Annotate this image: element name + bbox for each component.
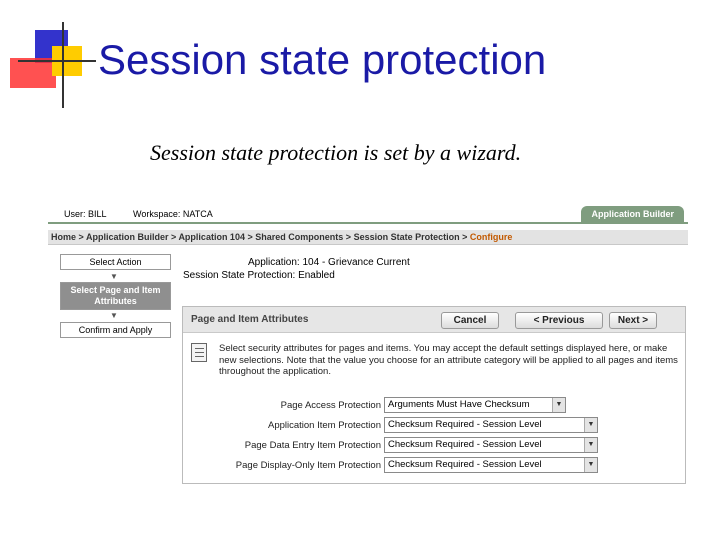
field-label: Page Access Protection: [280, 400, 381, 411]
user-workspace-info: User: BILL Workspace: NATCA: [64, 209, 237, 219]
page-display-only-item-protection-select[interactable]: Checksum Required - Session Level ▼: [384, 457, 598, 473]
field-label: Page Data Entry Item Protection: [244, 440, 381, 451]
chevron-down-icon[interactable]: ▼: [584, 458, 597, 472]
wizard-step-confirm-apply: Confirm and Apply: [60, 322, 171, 338]
field-label: Page Display-Only Item Protection: [235, 460, 381, 471]
slide-title: Session state protection: [98, 36, 547, 83]
app-screenshot: User: BILL Workspace: NATCA Application …: [48, 200, 688, 490]
wizard-step-select-attributes: Select Page and Item Attributes: [60, 282, 171, 310]
breadcrumb-home[interactable]: Home: [51, 232, 76, 242]
breadcrumb-session-state-protection[interactable]: Session State Protection: [354, 232, 460, 242]
select-value: Checksum Required - Session Level: [388, 419, 542, 430]
decor-red-square: [10, 58, 56, 88]
workspace-label: Workspace: NATCA: [133, 209, 213, 219]
field-page-access-protection: Page Access Protection Arguments Must Ha…: [183, 397, 685, 414]
step-arrow-down-icon: ▼: [110, 311, 118, 320]
select-value: Arguments Must Have Checksum: [388, 399, 530, 410]
user-label: User: BILL: [64, 209, 107, 219]
select-value: Checksum Required - Session Level: [388, 459, 542, 470]
region-header: Page and Item Attributes Cancel < Previo…: [183, 307, 685, 333]
next-button[interactable]: Next >: [609, 312, 657, 329]
page-access-protection-select[interactable]: Arguments Must Have Checksum ▼: [384, 397, 566, 413]
slide-subtitle: Session state protection is set by a wiz…: [150, 140, 522, 165]
field-label: Application Item Protection: [267, 420, 381, 431]
breadcrumb-separator: >: [462, 232, 468, 242]
region-description: Select security attributes for pages and…: [219, 343, 678, 377]
step-arrow-down-icon: ▼: [110, 272, 118, 281]
field-page-display-only-item-protection: Page Display-Only Item Protection Checks…: [183, 457, 685, 474]
application-info: Application: 104 - Grievance Current Ses…: [183, 256, 410, 282]
chevron-down-icon[interactable]: ▼: [552, 398, 565, 412]
field-application-item-protection: Application Item Protection Checksum Req…: [183, 417, 685, 434]
chevron-down-icon[interactable]: ▼: [584, 438, 597, 452]
breadcrumb-configure: Configure: [469, 232, 513, 242]
application-item-protection-select[interactable]: Checksum Required - Session Level ▼: [384, 417, 598, 433]
document-icon: [191, 343, 207, 362]
breadcrumb-application[interactable]: Application 104: [178, 232, 245, 242]
breadcrumb-separator: >: [78, 232, 84, 242]
region-title: Page and Item Attributes: [191, 314, 309, 325]
select-value: Checksum Required - Session Level: [388, 439, 542, 450]
protection-status: Session State Protection: Enabled: [183, 270, 335, 281]
breadcrumb-application-builder[interactable]: Application Builder: [86, 232, 169, 242]
breadcrumb-shared-components[interactable]: Shared Components: [255, 232, 343, 242]
application-name: Application: 104 - Grievance Current: [248, 257, 410, 268]
tab-application-builder[interactable]: Application Builder: [581, 206, 684, 222]
page-item-attributes-region: Page and Item Attributes Cancel < Previo…: [182, 306, 686, 484]
decor-horizontal-line: [18, 60, 96, 62]
chevron-down-icon[interactable]: ▼: [584, 418, 597, 432]
tab-underline: [48, 222, 688, 224]
wizard-step-select-action: Select Action: [60, 254, 171, 270]
breadcrumb-separator: >: [247, 232, 253, 242]
breadcrumb-separator: >: [171, 232, 177, 242]
decor-vertical-line: [62, 22, 64, 108]
previous-button[interactable]: < Previous: [515, 312, 603, 329]
field-page-data-entry-item-protection: Page Data Entry Item Protection Checksum…: [183, 437, 685, 454]
page-data-entry-item-protection-select[interactable]: Checksum Required - Session Level ▼: [384, 437, 598, 453]
breadcrumb: Home > Application Builder > Application…: [48, 230, 688, 245]
breadcrumb-separator: >: [345, 232, 352, 242]
cancel-button[interactable]: Cancel: [441, 312, 499, 329]
